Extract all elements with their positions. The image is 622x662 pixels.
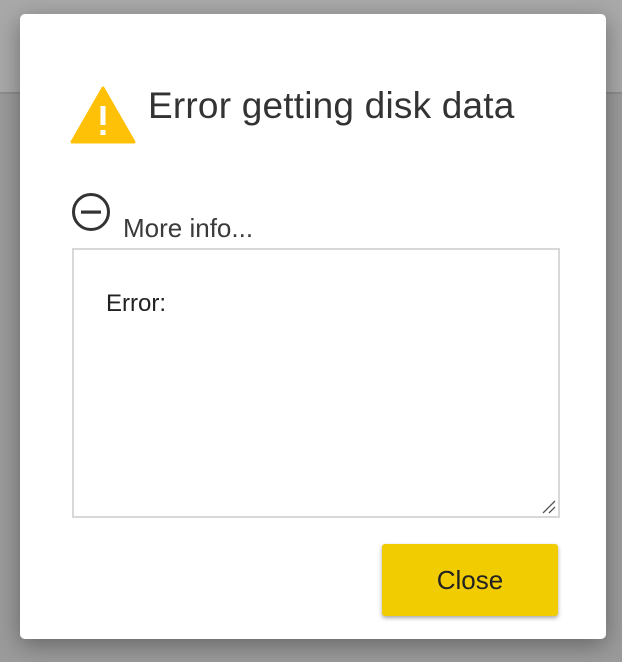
resize-grip-icon[interactable] [540, 498, 556, 514]
error-dialog: Error getting disk data More info... Err… [20, 14, 606, 639]
close-button[interactable]: Close [382, 544, 558, 616]
dialog-title: Error getting disk data [148, 85, 515, 127]
more-info-toggle[interactable]: More info... [71, 192, 253, 244]
dialog-header: Error getting disk data [70, 84, 515, 146]
more-info-label[interactable]: More info... [123, 213, 253, 244]
error-details-text: Error: [106, 290, 166, 317]
warning-icon [70, 86, 136, 144]
minus-circle-icon[interactable] [71, 192, 111, 232]
error-details-textarea[interactable]: Error: [72, 248, 560, 518]
